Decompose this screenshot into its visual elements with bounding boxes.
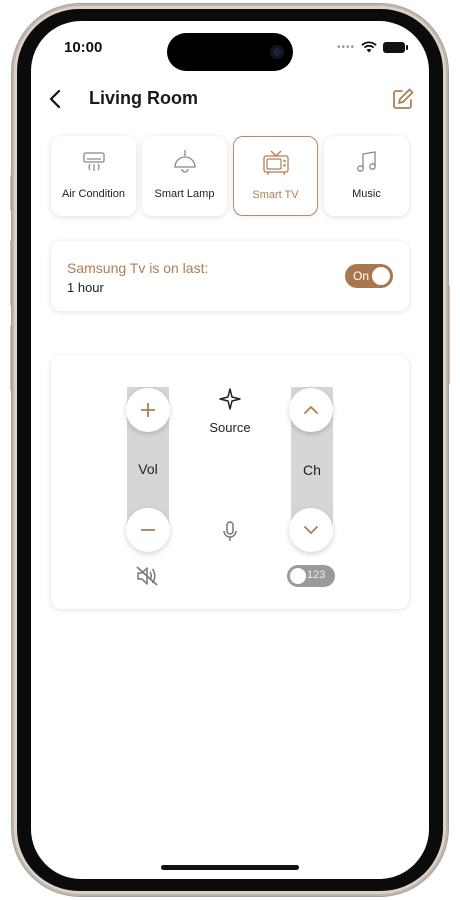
- music-note-icon: [353, 148, 381, 176]
- chevron-left-icon: [49, 89, 61, 109]
- toggle-knob: [372, 267, 390, 285]
- screen: 10:00 •••• Living Room Air Condition Sma…: [31, 21, 429, 879]
- source-label: Source: [209, 420, 251, 435]
- wifi-icon: [361, 41, 377, 53]
- device-card-music[interactable]: Music: [324, 136, 409, 216]
- device-card-smart-tv[interactable]: Smart TV: [233, 136, 318, 216]
- sparkle-icon: [219, 388, 241, 410]
- status-icons: ••••: [336, 41, 408, 53]
- device-list: Air Condition Smart Lamp Smart TV Music: [51, 136, 409, 218]
- power-toggle-label: On: [353, 269, 370, 283]
- channel-up-button[interactable]: [289, 388, 333, 432]
- source-button[interactable]: [218, 387, 242, 411]
- status-card: Samsung Tv is on last: 1 hour On: [51, 241, 409, 311]
- mute-button[interactable]: [135, 565, 161, 587]
- air-conditioner-icon: [80, 148, 108, 176]
- back-button[interactable]: [45, 87, 65, 111]
- edit-icon: [393, 88, 414, 109]
- device-card-smart-lamp[interactable]: Smart Lamp: [142, 136, 227, 216]
- minus-icon: [141, 529, 155, 531]
- channel-down-button[interactable]: [289, 508, 333, 552]
- device-label: Air Condition: [62, 188, 125, 200]
- volume-up-button[interactable]: [126, 388, 170, 432]
- dynamic-island: [167, 33, 293, 71]
- device-label: Smart Lamp: [154, 188, 215, 200]
- chevron-down-icon: [304, 526, 318, 534]
- volume-label: Vol: [138, 461, 158, 477]
- microphone-button[interactable]: [220, 520, 240, 544]
- channel-label: Ch: [303, 462, 321, 478]
- status-message: Samsung Tv is on last:: [67, 260, 209, 276]
- device-card-air-condition[interactable]: Air Condition: [51, 136, 136, 216]
- device-label: Smart TV: [252, 189, 299, 201]
- front-camera: [270, 45, 284, 59]
- mute-icon: [136, 566, 158, 586]
- plus-icon: [141, 403, 155, 417]
- device-label: Music: [352, 188, 381, 200]
- numpad-toggle[interactable]: 123: [287, 565, 335, 587]
- status-time: 10:00: [64, 39, 103, 56]
- toggle-knob: [290, 568, 306, 584]
- microphone-icon: [223, 521, 237, 541]
- page-title: Living Room: [89, 88, 198, 108]
- power-toggle[interactable]: On: [345, 264, 393, 288]
- signal-icon: ••••: [336, 41, 355, 53]
- chevron-up-icon: [304, 406, 318, 414]
- remote-control-card: Vol Ch Source 123: [51, 355, 409, 609]
- volume-down-button[interactable]: [126, 508, 170, 552]
- status-duration: 1 hour: [67, 280, 104, 295]
- home-indicator[interactable]: [161, 865, 299, 870]
- lamp-icon: [171, 148, 199, 176]
- numpad-toggle-label: 123: [307, 569, 326, 581]
- edit-button[interactable]: [391, 87, 415, 111]
- tv-icon: [262, 149, 290, 177]
- battery-icon: [383, 41, 408, 53]
